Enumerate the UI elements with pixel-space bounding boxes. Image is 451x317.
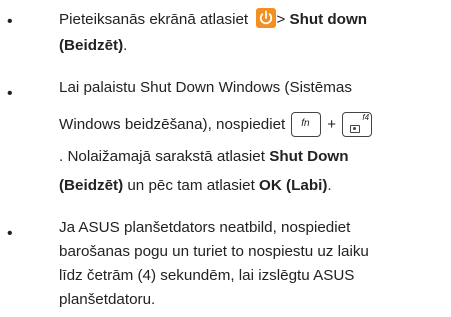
bullet-2-line-1: Lai palaistu Shut Down Windows (Sistēmas	[59, 80, 352, 95]
text: līdz četrām (4) sekundēm, lai izslēgtu A…	[59, 267, 355, 284]
text: Windows beidzēšana), nospiediet	[59, 116, 286, 133]
text: Pieteiksanās ekrānā atlasiet	[59, 11, 253, 28]
bullet-marker: •	[7, 85, 13, 102]
text: planšetdatoru.	[59, 291, 156, 308]
bullet-1-line-2: (Beidzēt).	[59, 38, 127, 53]
text: Lai palaistu Shut Down Windows (Sistēmas	[59, 79, 352, 96]
text: .	[123, 37, 128, 54]
bullet-2-line-3: . Nolaižamajā sarakstā atlasiet Shut Dow…	[59, 149, 348, 164]
bullet-2-line-4: (Beidzēt) un pēc tam atlasiet OK (Labi).	[59, 178, 332, 193]
fn-key-label: fn	[301, 118, 310, 129]
text: Ja ASUS planšetdators neatbild, nospiedi…	[59, 219, 351, 236]
camera-icon	[350, 125, 361, 133]
f4-key-label: f4	[362, 113, 370, 122]
bold-text: Shut Down	[269, 148, 349, 165]
text: >	[276, 11, 290, 28]
bold-text: OK (Labi)	[259, 177, 328, 194]
power-icon	[256, 8, 277, 28]
bullet-2-line-2: Windows beidzēšana), nospiediet fn + f4	[59, 112, 373, 137]
bullet-3-line-2: barošanas pogu un turiet to nospiestu uz…	[59, 244, 369, 259]
bold-text: (Beidzēt)	[59, 37, 124, 54]
f4-key: f4	[342, 112, 373, 137]
text: .	[327, 177, 332, 194]
text: un pēc tam atlasiet	[123, 177, 260, 194]
bullet-3-line-4: planšetdatoru.	[59, 292, 155, 307]
text: barošanas pogu un turiet to nospiestu uz…	[59, 243, 369, 260]
fn-key: fn	[291, 112, 322, 137]
bullet-3-line-3: līdz četrām (4) sekundēm, lai izslēgtu A…	[59, 268, 354, 283]
bullet-marker: •	[7, 13, 13, 30]
bold-text: (Beidzēt)	[59, 177, 124, 194]
bold-text: Shut down	[289, 11, 368, 28]
bullet-1-line-1: Pieteiksanās ekrānā atlasiet > Shut down	[59, 8, 367, 28]
bullet-3-line-1: Ja ASUS planšetdators neatbild, nospiedi…	[59, 220, 350, 235]
bullet-marker: •	[7, 225, 13, 242]
plus-sign: +	[327, 116, 337, 133]
text: . Nolaižamajā sarakstā atlasiet	[59, 148, 270, 165]
